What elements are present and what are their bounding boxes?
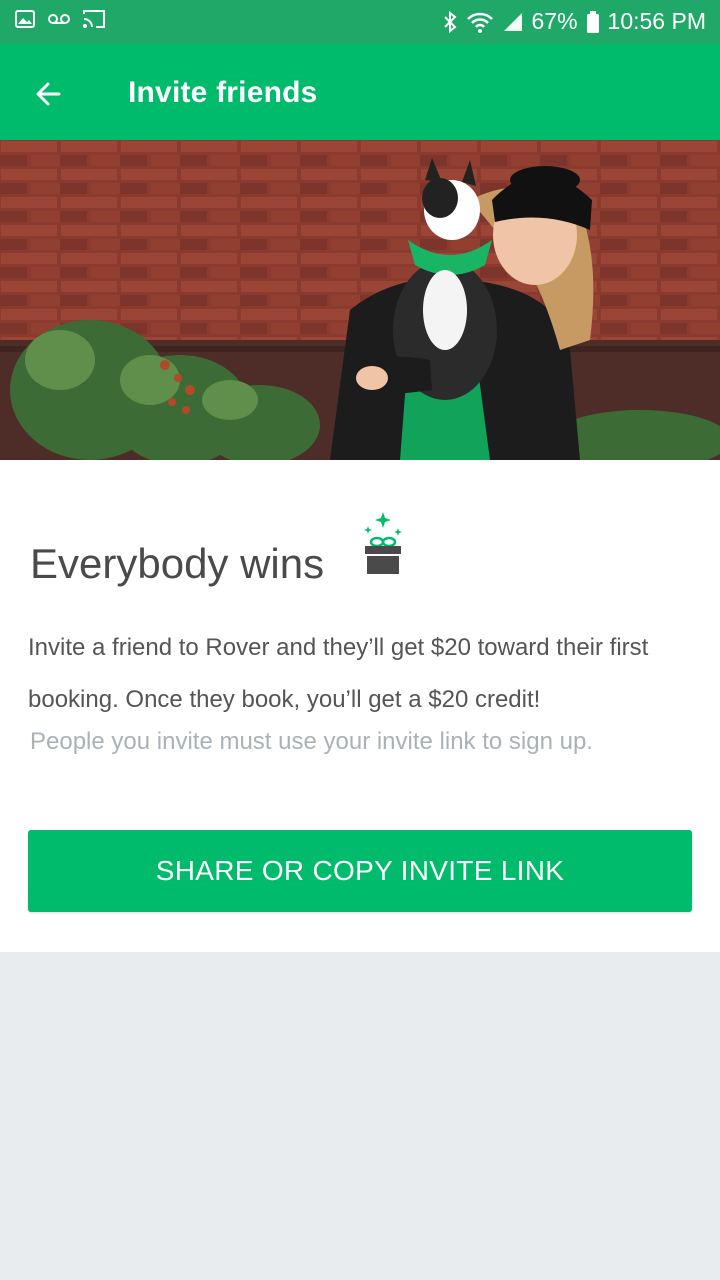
image-icon — [15, 10, 35, 28]
voicemail-icon — [48, 14, 70, 24]
cast-icon — [83, 10, 105, 28]
headline: Everybody wins — [30, 540, 325, 587]
gift-icon — [364, 512, 402, 574]
hero-image — [0, 140, 720, 460]
status-left-icons — [14, 8, 106, 30]
photo-woman-holding-dog — [0, 140, 720, 460]
invite-description: Invite a friend to Rover and they’ll get… — [28, 634, 649, 713]
clock: 10:56 PM — [607, 8, 706, 34]
back-button[interactable] — [28, 74, 68, 114]
content-card: Everybody wins Invite a friend to Rover … — [0, 460, 720, 952]
arrow-left-icon — [36, 82, 61, 106]
wifi-icon — [466, 12, 493, 33]
invite-note: People you invite must use your invite l… — [30, 728, 593, 755]
app-bar: Invite friends — [0, 44, 720, 140]
share-invite-link-button[interactable]: SHARE OR COPY INVITE LINK — [28, 830, 692, 912]
signal-icon — [503, 12, 522, 31]
battery-percent: 67% — [531, 8, 578, 34]
battery-icon — [586, 10, 599, 33]
bluetooth-icon — [443, 10, 456, 33]
status-bar: 67% 10:56 PM — [0, 0, 720, 44]
status-right-icons: 67% 10:56 PM — [442, 8, 706, 35]
page-title: Invite friends — [128, 76, 318, 109]
